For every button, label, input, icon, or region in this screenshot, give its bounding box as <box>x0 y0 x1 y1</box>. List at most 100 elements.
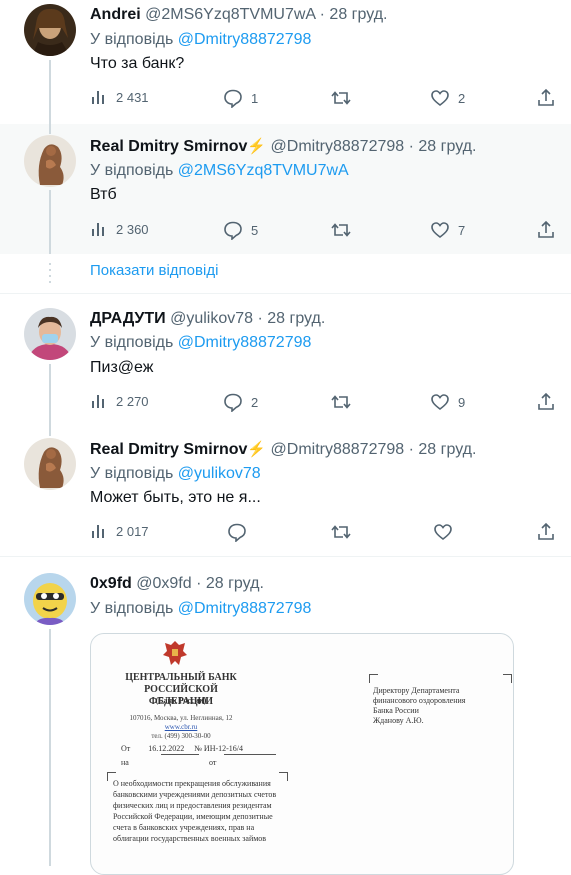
heart-icon <box>431 394 449 411</box>
reply-mention[interactable]: @Dmitry88872798 <box>178 31 312 48</box>
reply-count: 2 <box>251 394 259 410</box>
display-name[interactable]: 0x9fd <box>90 575 132 592</box>
display-name[interactable]: ДРАДУТИ <box>90 310 166 327</box>
reply-mention[interactable]: @Dmitry88872798 <box>178 334 312 351</box>
tweet-text: Втб <box>90 186 117 203</box>
thread-line <box>49 364 51 428</box>
reply-mention[interactable]: @yulikov78 <box>178 465 261 482</box>
recipient-line: Директору Департамента <box>373 686 460 695</box>
reply-context: У відповідь @2MS6Yzq8TVMU7wA <box>90 161 349 181</box>
tweet[interactable]: Real Dmitry Smirnov⚡ @Dmitry88872798 · 2… <box>0 428 571 556</box>
display-name[interactable]: Real Dmitry Smirnov <box>90 138 247 155</box>
cartoon-avatar-icon <box>24 573 76 625</box>
sculpture-avatar-icon <box>24 438 76 490</box>
like-button[interactable] <box>433 522 453 542</box>
bank-title-line: ЦЕНТРАЛЬНЫЙ БАНК <box>125 672 237 683</box>
handle-date[interactable]: @Dmitry88872798 · 28 груд. <box>271 441 477 458</box>
sculpture-avatar-icon <box>24 135 76 187</box>
like-button[interactable]: 7 <box>430 220 465 240</box>
retweet-icon <box>331 395 351 409</box>
views-count: 2 270 <box>116 393 149 409</box>
display-name[interactable]: Real Dmitry Smirnov <box>90 441 247 458</box>
views-button[interactable]: 2 431 <box>90 88 149 106</box>
subject-line: физических лиц и предоставления резидент… <box>113 801 272 810</box>
like-button[interactable]: 2 <box>430 88 465 108</box>
retweet-icon <box>331 525 351 539</box>
avatar[interactable] <box>24 573 76 625</box>
subject-line: облигации государственных военных займов <box>113 834 267 843</box>
handle-date[interactable]: @yulikov78 · 28 груд. <box>170 310 325 327</box>
subject-line: О необходимости прекращения обслуживания <box>113 779 271 788</box>
coat-of-arms-icon <box>163 641 187 665</box>
handle-date[interactable]: @0x9fd · 28 груд. <box>136 575 264 592</box>
reply-count: 1 <box>251 90 259 106</box>
reply-prefix: У відповідь <box>90 465 174 482</box>
avatar[interactable] <box>24 135 76 187</box>
reply-button[interactable]: 1 <box>223 88 258 108</box>
share-icon <box>538 392 554 410</box>
tweet-actions: 2 360 5 7 <box>90 220 560 242</box>
bank-subtitle: (Банк России) <box>155 696 207 705</box>
reply-button[interactable] <box>227 522 247 542</box>
reply-mention[interactable]: @Dmitry88872798 <box>178 600 312 617</box>
number-value: ИН-12-16/4 <box>203 744 244 753</box>
share-icon <box>538 220 554 238</box>
thread-line <box>49 190 51 254</box>
views-count: 2 017 <box>116 523 149 539</box>
views-button[interactable]: 2 270 <box>90 392 149 410</box>
tweet-actions: 2 017 <box>90 522 560 544</box>
address-line: тел. (499) 300-30-00 <box>151 732 211 740</box>
thread-line <box>49 124 51 134</box>
ot-label: от <box>209 758 217 767</box>
avatar[interactable] <box>24 438 76 490</box>
retweet-button[interactable] <box>330 392 360 412</box>
display-name[interactable]: Andrei <box>90 6 141 23</box>
tweet[interactable]: Andrei @2MS6Yzq8TVMU7wA · 28 груд. У від… <box>0 0 571 124</box>
document-date-row: От 16.12.2022 № ИН-12-16/4 <box>121 744 243 753</box>
underline <box>161 754 199 755</box>
number-label: № <box>194 744 202 753</box>
handle-date[interactable]: @2MS6Yzq8TVMU7wA · 28 груд. <box>145 6 387 23</box>
reply-button[interactable]: 2 <box>223 392 258 412</box>
tweet-text: Что за банк? <box>90 55 185 72</box>
heart-icon <box>434 524 452 541</box>
tweet[interactable]: Real Dmitry Smirnov⚡ @Dmitry88872798 · 2… <box>0 124 571 254</box>
na-label: на <box>121 758 129 767</box>
retweet-icon <box>331 91 351 105</box>
tweet-header: Andrei @2MS6Yzq8TVMU7wA · 28 груд. <box>90 5 387 25</box>
handle-date[interactable]: @Dmitry88872798 · 28 груд. <box>271 138 477 155</box>
share-button[interactable] <box>536 522 556 542</box>
share-icon <box>538 88 554 106</box>
share-button[interactable] <box>536 220 556 240</box>
reply-count: 5 <box>251 222 259 238</box>
share-button[interactable] <box>536 88 556 108</box>
retweet-button[interactable] <box>330 88 360 108</box>
views-icon <box>92 223 104 236</box>
share-button[interactable] <box>536 392 556 412</box>
tweet[interactable]: ДРАДУТИ @yulikov78 · 28 груд. У відповід… <box>0 294 571 428</box>
tweet-header: 0x9fd @0x9fd · 28 груд. <box>90 574 264 594</box>
retweet-button[interactable] <box>330 220 360 240</box>
attached-document-image[interactable]: ЦЕНТРАЛЬНЫЙ БАНК РОССИЙСКОЙ ФЕДЕРАЦИИ (Б… <box>90 633 514 875</box>
reply-mention[interactable]: @2MS6Yzq8TVMU7wA <box>178 162 349 179</box>
lightning-icon: ⚡ <box>247 441 267 458</box>
like-button[interactable]: 9 <box>430 392 465 412</box>
avatar[interactable] <box>24 308 76 360</box>
avatar[interactable] <box>24 4 76 56</box>
recipient-line: Жданову А.Ю. <box>373 716 424 725</box>
tweet-text: Пиз@еж <box>90 359 154 376</box>
views-count: 2 431 <box>116 89 149 105</box>
views-button[interactable]: 2 017 <box>90 522 149 540</box>
reply-prefix: У відповідь <box>90 162 174 179</box>
like-count: 2 <box>458 90 466 106</box>
retweet-button[interactable] <box>330 522 352 542</box>
reply-context: У відповідь @Dmitry88872798 <box>90 599 311 619</box>
views-button[interactable]: 2 360 <box>90 220 149 238</box>
like-count: 7 <box>458 222 466 238</box>
reply-button[interactable]: 5 <box>223 220 258 240</box>
reply-context: У відповідь @yulikov78 <box>90 464 261 484</box>
recipient-block: Директору Департамента финансового оздор… <box>373 686 465 726</box>
views-icon <box>92 91 104 104</box>
corner-mark <box>369 674 378 683</box>
show-replies-link[interactable]: Показати відповіді <box>90 262 218 279</box>
